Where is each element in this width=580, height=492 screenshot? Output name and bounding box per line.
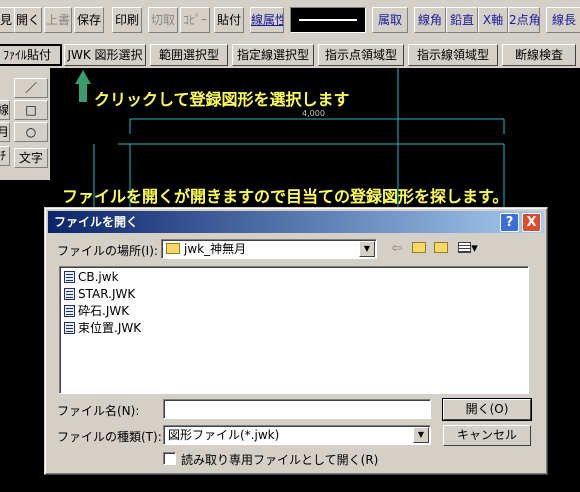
chevron-down-icon[interactable]: ▼ <box>359 241 375 257</box>
file-name: 砕石.JWK <box>78 304 130 318</box>
location-value: jwk_神無月 <box>184 242 247 256</box>
dialog-titlebar[interactable]: ファイルを開く ? X <box>48 211 544 233</box>
file-item[interactable]: 束位置.JWK <box>64 320 141 337</box>
back-icon[interactable]: ⇦ <box>387 240 407 258</box>
filename-label: ファイル名(N): <box>57 404 140 418</box>
dialog-hint-text: ファイルを開くが開きますので目当ての登録図形を探します。 <box>62 187 509 206</box>
help-button[interactable]: ? <box>500 213 519 232</box>
file-list[interactable]: CB.jwk STAR.JWK 砕石.JWK 束位置.JWK <box>59 266 529 394</box>
readonly-label: 読み取り専用ファイルとして開く(R) <box>181 453 379 467</box>
cancel-button[interactable]: キャンセル <box>443 425 531 446</box>
filetype-dropdown[interactable]: 図形ファイル(*.jwk) ▼ <box>163 425 431 445</box>
location-dropdown[interactable]: jwk_神無月 ▼ <box>161 239 377 259</box>
file-item[interactable]: STAR.JWK <box>64 286 135 303</box>
file-icon <box>64 305 75 317</box>
arrow-up-icon <box>75 70 91 102</box>
filename-input[interactable] <box>163 399 431 419</box>
dimension-label: 4,000 <box>302 109 325 118</box>
file-item[interactable]: CB.jwk <box>64 269 119 286</box>
location-label: ファイルの場所(I): <box>57 244 158 258</box>
view-menu-icon[interactable]: ▾ <box>455 240 481 258</box>
dialog-title: ファイルを開く <box>54 215 139 229</box>
file-icon <box>64 322 75 334</box>
file-name: 束位置.JWK <box>78 321 142 335</box>
up-folder-icon[interactable] <box>409 240 429 258</box>
close-button[interactable]: X <box>522 213 541 232</box>
readonly-checkbox[interactable] <box>163 452 176 465</box>
filetype-label: ファイルの種類(T): <box>57 430 162 444</box>
new-folder-icon[interactable] <box>431 240 451 258</box>
file-icon <box>64 271 75 283</box>
click-hint-text: クリックして登録図形を選択します <box>94 90 350 109</box>
file-name: STAR.JWK <box>78 287 136 301</box>
open-file-button[interactable]: 開く(O) <box>442 398 532 421</box>
file-open-dialog: ファイルを開く ? X ファイルの場所(I): jwk_神無月 ▼ ⇦ ▾ CB… <box>44 207 548 475</box>
file-icon <box>64 288 75 300</box>
filetype-value: 図形ファイル(*.jwk) <box>168 428 280 442</box>
file-name: CB.jwk <box>78 270 119 284</box>
file-item[interactable]: 砕石.JWK <box>64 303 129 320</box>
folder-icon <box>166 243 180 254</box>
chevron-down-icon[interactable]: ▼ <box>413 427 429 443</box>
